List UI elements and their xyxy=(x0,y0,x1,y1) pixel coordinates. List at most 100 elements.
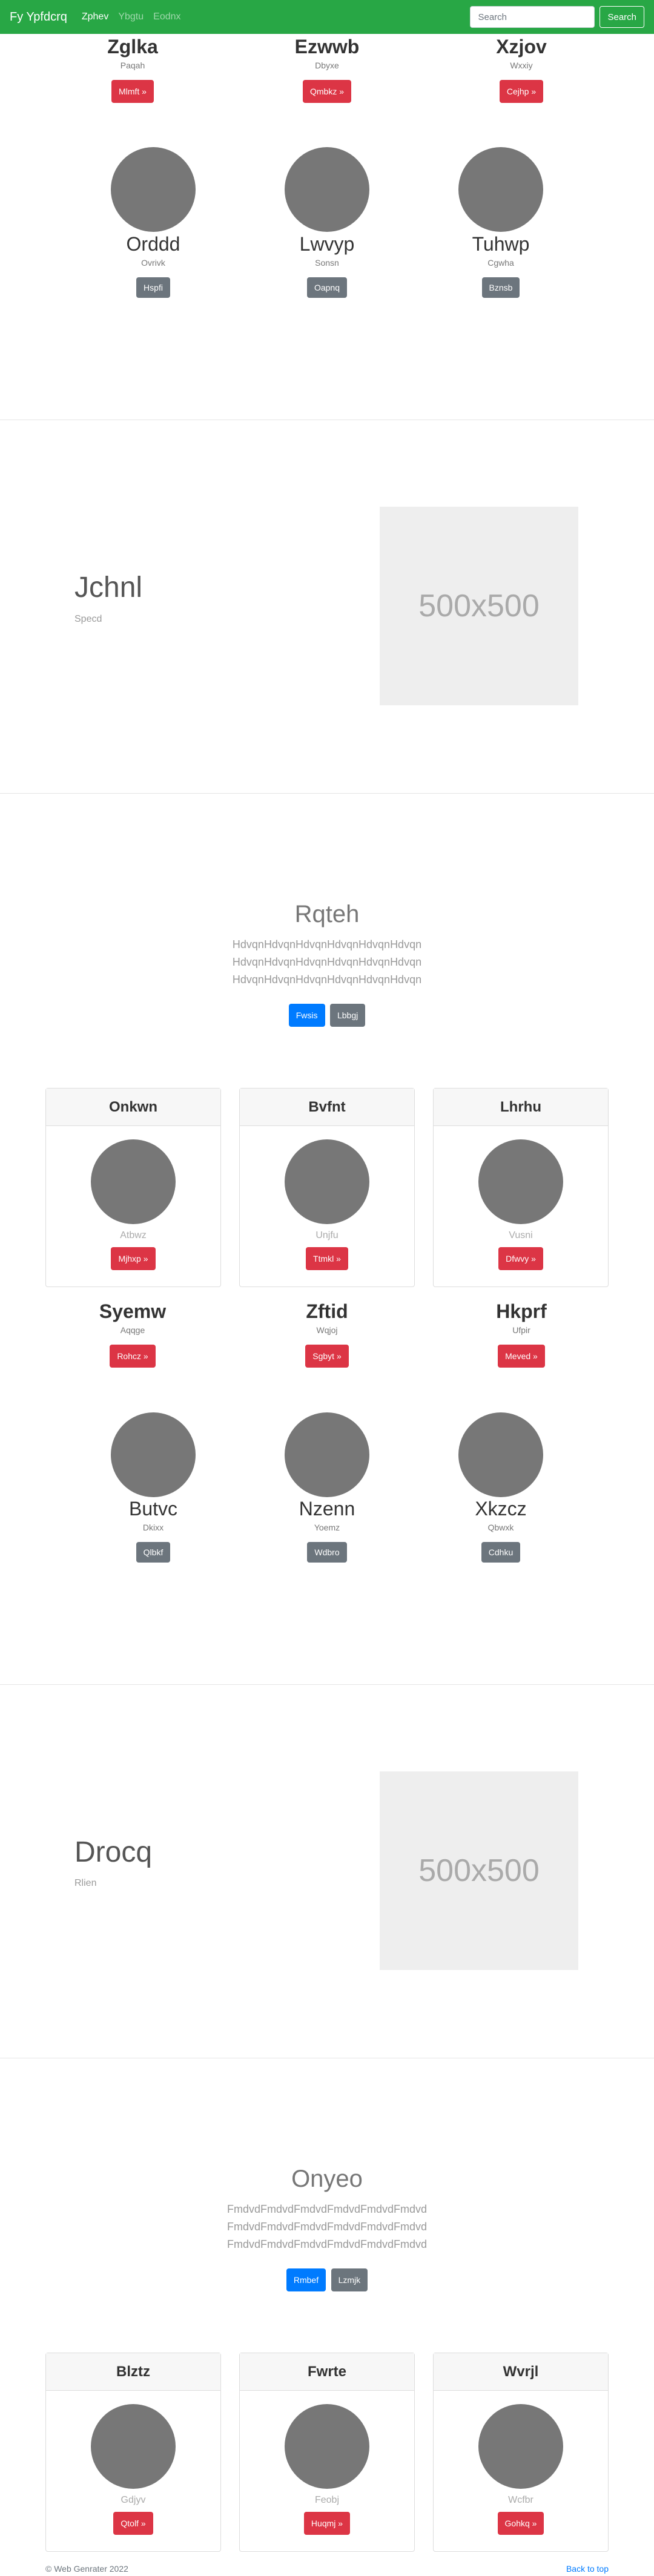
search-input[interactable] xyxy=(470,6,595,28)
member-button[interactable]: Hspfi xyxy=(136,277,170,298)
avatar xyxy=(285,2404,369,2489)
member-name: Xkzcz xyxy=(475,1498,527,1520)
avatar xyxy=(111,147,196,232)
member-role: Yoemz xyxy=(314,1523,340,1532)
placeholder-image: 500x500 xyxy=(380,1771,578,1970)
team-member: Hkprf Ufpir Meved » xyxy=(431,1300,612,1368)
member-role: Aqqge xyxy=(120,1325,145,1335)
card: Bvfnt Unjfu Ttmkl » xyxy=(239,1088,415,1287)
member-button[interactable]: Wdbro xyxy=(307,1542,347,1563)
jumbotron-text: HdvqnHdvqnHdvqnHdvqnHdvqnHdvqn xyxy=(232,956,422,968)
avatar xyxy=(458,147,543,232)
member-role: Dbyxe xyxy=(315,61,339,70)
card: Onkwn Atbwz Mjhxp » xyxy=(45,1088,221,1287)
card-subtitle: Wcfbr xyxy=(508,2495,533,2505)
member-button[interactable]: Meved » xyxy=(498,1345,545,1368)
team-member: Ezwwb Dbyxe Qmbkz » xyxy=(236,35,418,103)
jumbotron-title: Rqteh xyxy=(294,901,360,927)
member-name: Syemw xyxy=(99,1300,167,1322)
secondary-button[interactable]: Lbbgj xyxy=(329,1004,366,1027)
card-subtitle: Unjfu xyxy=(315,1230,339,1240)
section-divider xyxy=(0,1684,654,1685)
team-member: Syemw Aqqge Rohcz » xyxy=(42,1300,223,1368)
card-header: Lhrhu xyxy=(434,1089,608,1126)
card-header: Blztz xyxy=(46,2353,220,2391)
team-member: Tuhwp Cgwha Bznsb xyxy=(410,232,592,298)
card-subtitle: Atbwz xyxy=(120,1230,147,1240)
card: Fwrte Feobj Huqmj » xyxy=(239,2353,415,2552)
member-button[interactable]: Sgbyt » xyxy=(305,1345,349,1368)
placeholder-image: 500x500 xyxy=(380,507,578,705)
nav-link-2[interactable]: Ybgtu xyxy=(118,12,144,22)
member-button[interactable]: Qlbkf xyxy=(136,1542,171,1563)
card-button[interactable]: Gohkq » xyxy=(497,2512,544,2535)
card-button[interactable]: Dfwvy » xyxy=(498,1247,543,1270)
card-subtitle: Vusni xyxy=(509,1230,533,1240)
member-button[interactable]: Rohcz » xyxy=(110,1345,156,1368)
member-button[interactable]: Qmbkz » xyxy=(302,80,351,103)
nav-link-3[interactable]: Eodnx xyxy=(153,12,180,22)
member-role: Cgwha xyxy=(487,258,514,268)
jumbotron-actions: Rmbef Lzmjk xyxy=(0,2268,654,2291)
card-button[interactable]: Mjhxp » xyxy=(111,1247,156,1270)
member-name: Nzenn xyxy=(299,1498,355,1520)
member-button[interactable]: Cejhp » xyxy=(499,80,544,103)
card: Lhrhu Vusni Dfwvy » xyxy=(433,1088,609,1287)
member-name: Zftid xyxy=(306,1300,348,1322)
feature-subtitle: Rlien xyxy=(74,1878,97,1888)
feature-subtitle: Specd xyxy=(74,614,102,624)
jumbotron-text: FmdvdFmdvdFmdvdFmdvdFmdvdFmdvd xyxy=(226,2238,428,2250)
jumbotron-text: HdvqnHdvqnHdvqnHdvqnHdvqnHdvqn xyxy=(232,938,422,950)
member-role: Paqah xyxy=(120,61,145,70)
member-role: Ufpir xyxy=(512,1325,530,1335)
member-role: Qbwxk xyxy=(487,1523,514,1532)
member-role: Wxxiy xyxy=(510,61,533,70)
back-to-top-link[interactable]: Back to top xyxy=(566,2564,609,2574)
member-name: Tuhwp xyxy=(472,233,530,255)
member-role: Dkixx xyxy=(142,1523,164,1532)
jumbotron-text: FmdvdFmdvdFmdvdFmdvdFmdvdFmdvd xyxy=(226,2203,428,2215)
team-member: Zglka Paqah Mlmft » xyxy=(42,35,223,103)
team-member: Butvc Dkixx Qlbkf xyxy=(62,1497,244,1563)
team-member: Zftid Wqjoj Sgbyt » xyxy=(236,1300,418,1368)
avatar xyxy=(285,147,369,232)
card-button[interactable]: Ttmkl » xyxy=(306,1247,348,1270)
avatar xyxy=(91,1139,176,1224)
card-button[interactable]: Qtolf » xyxy=(113,2512,153,2535)
search-button[interactable]: Search xyxy=(600,6,644,28)
card-subtitle: Gdjyv xyxy=(121,2495,146,2505)
team-member: Xzjov Wxxiy Cejhp » xyxy=(431,35,612,103)
avatar xyxy=(458,1412,543,1497)
member-name: Orddd xyxy=(126,233,180,255)
member-button[interactable]: Cdhku xyxy=(481,1542,521,1563)
avatar xyxy=(111,1412,196,1497)
primary-button[interactable]: Rmbef xyxy=(286,2268,326,2291)
member-name: Xzjov xyxy=(496,36,547,58)
member-name: Hkprf xyxy=(496,1300,547,1322)
card: Blztz Gdjyv Qtolf » xyxy=(45,2353,221,2552)
member-button[interactable]: Mlmft » xyxy=(111,80,154,103)
avatar xyxy=(478,1139,563,1224)
secondary-button[interactable]: Lzmjk xyxy=(331,2268,368,2291)
team-member: Orddd Ovrivk Hspfi xyxy=(62,232,244,298)
card-button[interactable]: Huqmj » xyxy=(303,2512,351,2535)
member-role: Sonsn xyxy=(315,258,339,268)
team-member: Xkzcz Qbwxk Cdhku xyxy=(410,1497,592,1563)
card-subtitle: Feobj xyxy=(314,2495,340,2505)
member-button[interactable]: Oapnq xyxy=(306,277,348,298)
member-name: Zglka xyxy=(107,36,158,58)
member-name: Butvc xyxy=(128,1498,178,1520)
card-header: Bvfnt xyxy=(240,1089,414,1126)
member-role: Wqjoj xyxy=(316,1325,338,1335)
navbar: Fy Ypfdcrq Zphev Ybgtu Eodnx Search xyxy=(0,0,654,34)
avatar xyxy=(285,1139,369,1224)
footer-copyright: © Web Genrater 2022 xyxy=(45,2564,128,2574)
primary-button[interactable]: Fwsis xyxy=(288,1004,325,1027)
avatar xyxy=(91,2404,176,2489)
brand-link[interactable]: Fy Ypfdcrq xyxy=(10,10,67,24)
jumbotron-actions: Fwsis Lbbgj xyxy=(0,1004,654,1027)
jumbotron-title: Onyeo xyxy=(291,2166,363,2192)
nav-link-1[interactable]: Zphev xyxy=(82,12,108,22)
member-button[interactable]: Bznsb xyxy=(481,277,520,298)
jumbotron-text: HdvqnHdvqnHdvqnHdvqnHdvqnHdvqn xyxy=(232,973,422,986)
